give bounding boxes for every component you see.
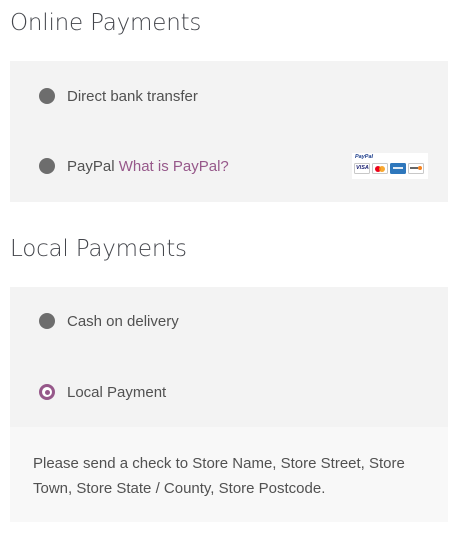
visa-card-icon: VISA <box>354 163 370 174</box>
radio-paypal[interactable] <box>39 158 55 174</box>
visa-card-text: VISA <box>356 165 369 171</box>
discover-card-icon <box>408 163 424 174</box>
radio-direct-bank-transfer[interactable] <box>39 88 55 104</box>
paypal-acceptance-mark-icon: PayPal VISA <box>352 153 428 179</box>
paypal-mark-text: PayPal <box>355 154 374 160</box>
payment-description-text: Please send a check to Store Name, Store… <box>33 455 405 497</box>
online-payments-title: Online Payments <box>10 10 202 36</box>
radio-cash-on-delivery[interactable] <box>39 313 55 329</box>
payment-option-label: Local Payment <box>67 383 167 401</box>
payment-option-cash-on-delivery[interactable]: Cash on delivery <box>10 303 448 339</box>
mastercard-icon <box>372 163 388 174</box>
payment-option-direct-bank-transfer[interactable]: Direct bank transfer <box>10 78 448 114</box>
what-is-paypal-link[interactable]: What is PayPal? <box>119 158 229 175</box>
local-payments-title: Local Payments <box>10 236 187 262</box>
payment-description-box: Please send a check to Store Name, Store… <box>10 427 448 522</box>
online-payment-methods: Direct bank transfer PayPal What is PayP… <box>10 61 448 202</box>
payment-option-label: Direct bank transfer <box>67 87 198 105</box>
payment-option-paypal[interactable]: PayPal What is PayPal? PayPal VISA <box>10 148 448 184</box>
amex-card-icon <box>390 163 406 174</box>
payment-option-local-payment[interactable]: Local Payment <box>10 374 448 410</box>
paypal-label-group: PayPal What is PayPal? <box>67 158 229 175</box>
radio-local-payment-selected[interactable] <box>39 384 55 400</box>
payment-option-label: PayPal <box>67 157 115 175</box>
local-payment-methods: Cash on delivery Local Payment <box>10 287 448 427</box>
payment-option-label: Cash on delivery <box>67 312 179 330</box>
